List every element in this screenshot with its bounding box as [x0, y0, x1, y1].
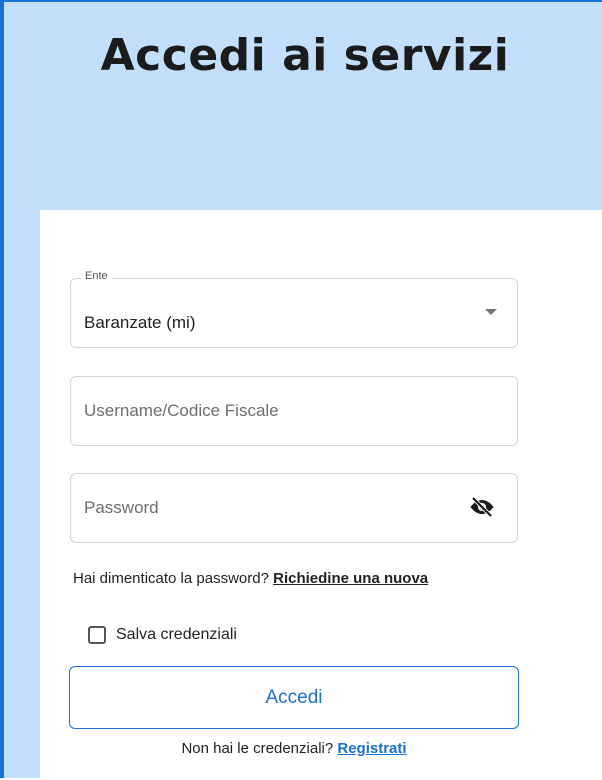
forgot-password-row: Hai dimenticato la password? Richiedine …: [73, 570, 428, 587]
page-background: Accedi ai servizi Ente Baranzate (mi) Ha…: [0, 0, 602, 780]
username-field-wrapper: [70, 376, 518, 446]
login-card: Ente Baranzate (mi) Hai dimenticato la p…: [40, 210, 602, 780]
page-title: Accedi ai servizi: [100, 30, 510, 81]
chevron-down-icon: [485, 309, 497, 315]
register-link[interactable]: Registrati: [337, 740, 406, 757]
remember-checkbox[interactable]: [88, 626, 106, 644]
username-input[interactable]: [84, 377, 464, 445]
password-input[interactable]: [84, 474, 464, 542]
remember-label: Salva credenziali: [116, 626, 237, 643]
remember-credentials[interactable]: Salva credenziali: [88, 626, 237, 644]
eye-slash-icon[interactable]: [469, 496, 495, 518]
ente-label: Ente: [81, 270, 112, 282]
password-field-wrapper: [70, 473, 518, 543]
login-button[interactable]: Accedi: [69, 666, 519, 729]
ente-value: Baranzate (mi): [84, 313, 196, 332]
ente-select[interactable]: Ente Baranzate (mi): [70, 270, 518, 348]
forgot-password-text: Hai dimenticato la password?: [73, 570, 269, 587]
forgot-password-link[interactable]: Richiedine una nuova: [273, 570, 428, 587]
register-text: Non hai le credenziali?: [181, 740, 334, 757]
register-row: Non hai le credenziali? Registrati: [40, 740, 548, 757]
